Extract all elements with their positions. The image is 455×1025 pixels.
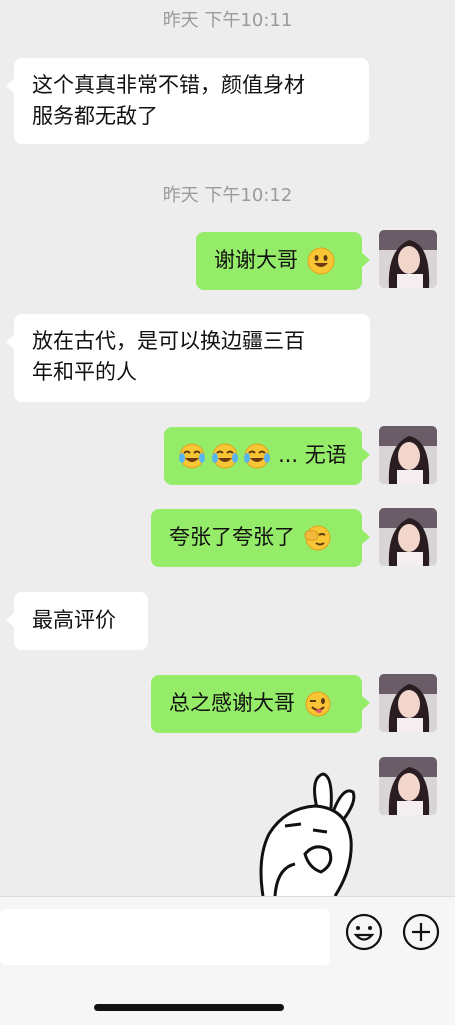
message-text: 夸张了夸张了 bbox=[169, 525, 295, 549]
message-text: ... 无语 bbox=[278, 443, 347, 467]
message-text: 年和平的人 bbox=[32, 360, 137, 384]
rabbit-sticker[interactable] bbox=[255, 768, 365, 896]
facepalm-smile-emoji bbox=[304, 525, 331, 551]
message-text: 放在古代，是可以换边疆三百 bbox=[32, 329, 305, 353]
timestamp: 昨天 下午10:12 bbox=[162, 185, 293, 206]
message-bubble-right[interactable]: ... 无语 bbox=[164, 427, 370, 485]
timestamp: 昨天 下午10:11 bbox=[162, 10, 293, 31]
message-text: 这个真真非常不错，颜值身材 bbox=[32, 73, 305, 97]
crying-laughing-emoji bbox=[179, 443, 205, 469]
message-text: 服务都无敌了 bbox=[32, 104, 158, 128]
message-bubble-left[interactable]: 最高评价 bbox=[6, 592, 148, 650]
winking-face-emoji bbox=[305, 691, 331, 717]
message-bubble-right[interactable]: 夸张了夸张了 bbox=[151, 509, 370, 567]
message-text: 谢谢大哥 bbox=[214, 248, 298, 272]
message-text: 总之感谢大哥 bbox=[169, 691, 295, 715]
crying-laughing-emoji bbox=[244, 443, 271, 469]
home-indicator[interactable] bbox=[94, 1004, 284, 1011]
user-avatar[interactable] bbox=[379, 508, 437, 566]
plus-icon[interactable] bbox=[402, 913, 440, 951]
emoji-face-icon[interactable] bbox=[345, 913, 383, 951]
user-avatar[interactable] bbox=[379, 426, 437, 484]
message-bubble-left[interactable]: 放在古代，是可以换边疆三百 年和平的人 bbox=[6, 314, 370, 402]
message-text: 最高评价 bbox=[32, 608, 116, 632]
user-avatar[interactable] bbox=[379, 230, 437, 288]
user-avatar[interactable] bbox=[379, 674, 437, 732]
grinning-face-emoji bbox=[307, 247, 335, 275]
message-bubble-left[interactable]: 这个真真非常不错，颜值身材 服务都无敌了 bbox=[6, 58, 369, 144]
user-avatar[interactable] bbox=[379, 757, 437, 815]
message-bubble-right[interactable]: 总之感谢大哥 bbox=[151, 675, 370, 733]
message-input[interactable] bbox=[0, 909, 330, 965]
message-bubble-right[interactable]: 谢谢大哥 bbox=[196, 232, 370, 290]
crying-laughing-emoji bbox=[211, 443, 238, 469]
